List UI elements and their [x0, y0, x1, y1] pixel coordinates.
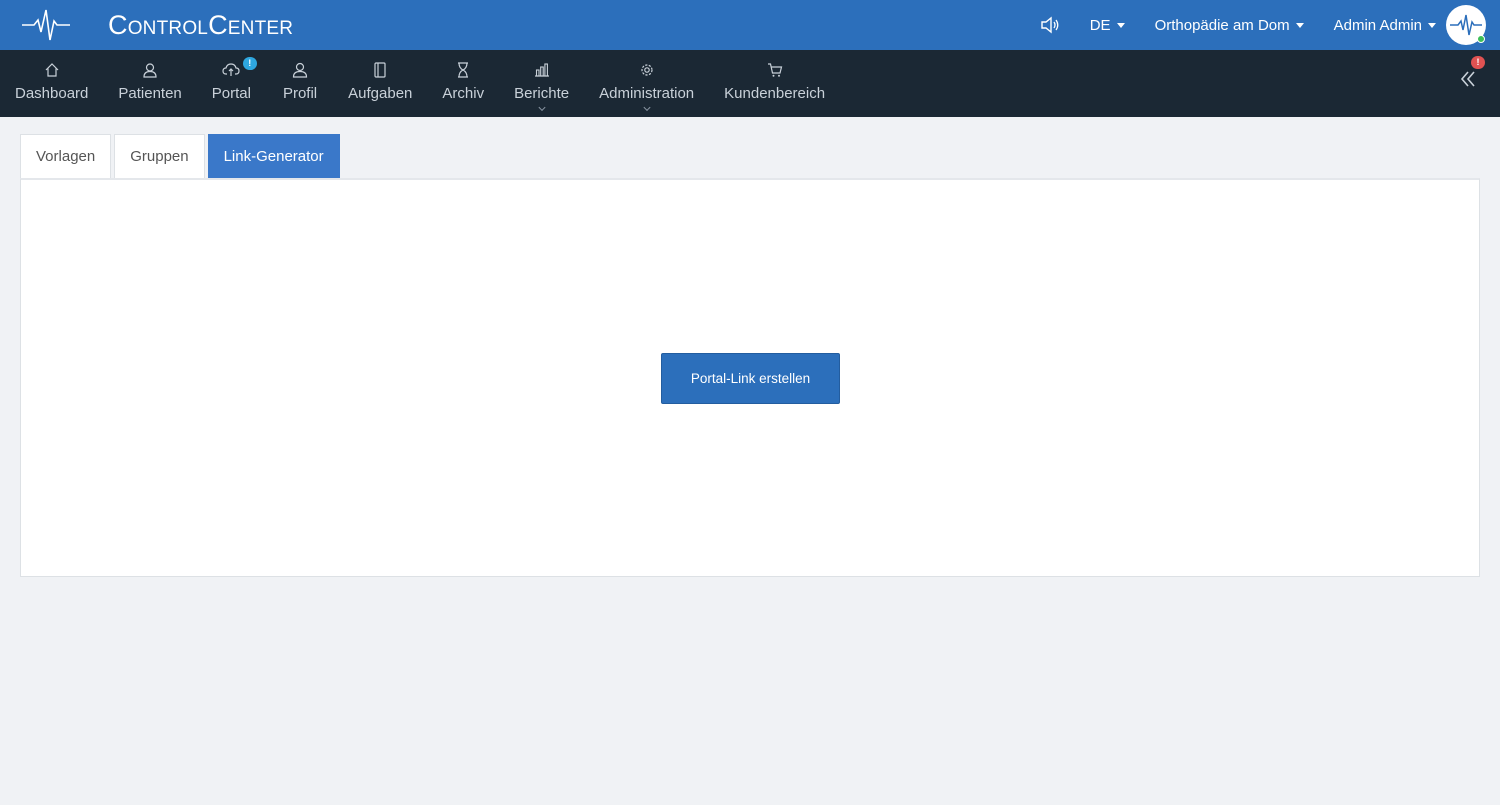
practice-label: Orthopädie am Dom — [1154, 16, 1290, 34]
nav-item-patienten[interactable]: Patienten — [118, 50, 182, 117]
cloud-icon — [222, 61, 240, 79]
nav-item-label: Administration — [599, 85, 695, 102]
heartbeat-logo-icon — [22, 0, 82, 50]
nav-item-kundenbereich[interactable]: Kundenbereich — [724, 50, 825, 117]
nav-item-administration[interactable]: Administration — [599, 50, 694, 117]
notebook-icon — [373, 61, 387, 79]
nav-item-archiv[interactable]: Archiv — [442, 50, 484, 117]
user-dropdown[interactable]: Admin Admin — [1334, 17, 1436, 34]
caret-down-icon — [1116, 22, 1125, 28]
avatar[interactable] — [1446, 5, 1486, 45]
chevron-down-icon — [643, 103, 651, 112]
nav-item-label: Portal — [211, 85, 251, 102]
gear-icon — [639, 61, 655, 79]
hourglass-icon — [457, 61, 469, 79]
tab-bar: Vorlagen Gruppen Link-Generator — [20, 134, 343, 178]
nav-item-profil[interactable]: Profil — [283, 50, 317, 117]
online-status-indicator — [1477, 35, 1485, 43]
nav-item-label: Archiv — [442, 85, 485, 102]
nav-item-label: Patienten — [118, 85, 182, 102]
nav-item-portal[interactable]: Portal ! — [211, 50, 257, 117]
nav-item-label: Aufgaben — [348, 85, 413, 102]
main-navigation: Dashboard Patienten Portal ! Profil Aufg… — [0, 50, 1500, 117]
tab-link-generator[interactable]: Link-Generator — [207, 134, 340, 178]
caret-down-icon — [1295, 22, 1304, 28]
language-label: DE — [1089, 16, 1111, 34]
nav-item-label: Profil — [282, 85, 318, 102]
heartbeat-avatar-icon — [1450, 14, 1482, 36]
nav-item-dashboard[interactable]: Dashboard — [15, 50, 88, 117]
cart-icon — [767, 61, 783, 79]
practice-dropdown[interactable]: Orthopädie am Dom — [1155, 17, 1304, 34]
chevron-down-icon — [538, 103, 546, 112]
portal-notification-badge: ! — [242, 57, 257, 70]
nav-item-berichte[interactable]: Berichte — [514, 50, 569, 117]
speaker-icon — [1041, 16, 1059, 34]
caret-down-icon — [1428, 22, 1436, 28]
home-icon — [44, 61, 60, 79]
announcements-button[interactable] — [1040, 16, 1060, 34]
tab-gruppen[interactable]: Gruppen — [114, 134, 205, 178]
patients-icon — [142, 61, 158, 79]
bar-chart-icon — [534, 61, 550, 79]
top-header: ControlCenter DE Orthopädie am Dom Admin… — [0, 0, 1500, 50]
create-portal-link-button[interactable]: Portal-Link erstellen — [661, 353, 840, 404]
user-icon — [292, 61, 308, 79]
user-label: Admin Admin — [1333, 16, 1422, 34]
nav-item-label: Berichte — [514, 85, 570, 102]
collapse-nav-button[interactable]: ! — [1460, 56, 1485, 94]
nav-item-label: Kundenbereich — [724, 85, 826, 102]
link-generator-panel: Portal-Link erstellen — [20, 178, 1480, 577]
nav-item-aufgaben[interactable]: Aufgaben — [348, 50, 412, 117]
language-dropdown[interactable]: DE — [1090, 17, 1125, 34]
collapse-notification-badge: ! — [1471, 56, 1485, 69]
double-chevron-left-icon — [1460, 71, 1475, 87]
nav-item-label: Dashboard — [15, 85, 89, 102]
brand-name: ControlCenter — [108, 9, 294, 40]
brand[interactable]: ControlCenter — [0, 0, 293, 50]
tab-vorlagen[interactable]: Vorlagen — [20, 134, 112, 178]
